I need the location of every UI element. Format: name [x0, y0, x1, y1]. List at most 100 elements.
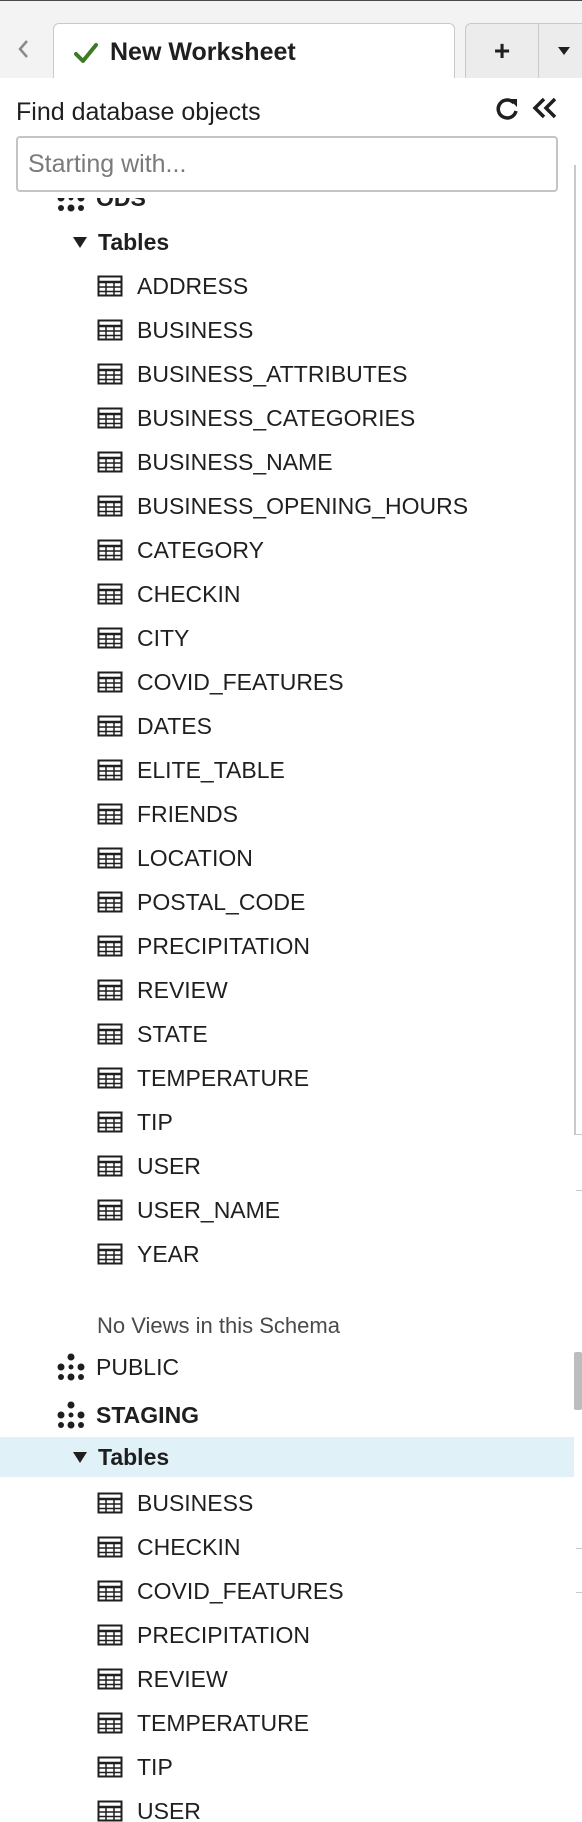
- table-name: CHECKIN: [137, 1533, 241, 1560]
- schema-ods[interactable]: ODS: [0, 198, 574, 220]
- table-name: CHECKIN: [137, 580, 241, 607]
- table-item[interactable]: TIP: [0, 1745, 574, 1789]
- table-name: TEMPERATURE: [137, 1064, 310, 1091]
- table-name: BUSINESS: [137, 1489, 254, 1516]
- table-item[interactable]: USER: [0, 1789, 574, 1822]
- table-item[interactable]: BUSINESS: [0, 308, 574, 352]
- table-icon: [97, 1800, 123, 1822]
- table-name: BUSINESS_CATEGORIES: [137, 404, 416, 431]
- no-views-text: No Views in this Schema: [97, 1313, 340, 1338]
- table-name: REVIEW: [137, 976, 228, 1003]
- table-name: PRECIPITATION: [137, 932, 310, 959]
- table-item[interactable]: CHECKIN: [0, 572, 574, 616]
- refresh-button[interactable]: [494, 94, 522, 124]
- table-item[interactable]: USER_NAME: [0, 1188, 574, 1232]
- table-name: FRIENDS: [137, 800, 238, 827]
- table-name: LOCATION: [137, 844, 253, 871]
- table-name: ADDRESS: [137, 272, 249, 299]
- table-name: BUSINESS_OPENING_HOURS: [137, 492, 469, 519]
- table-name: TIP: [137, 1108, 173, 1135]
- table-name: CATEGORY: [137, 536, 264, 563]
- scroll-tabs-left-button[interactable]: [8, 29, 38, 69]
- table-icon: [97, 979, 123, 1001]
- table-item[interactable]: REVIEW: [0, 1657, 574, 1701]
- folder-label: Tables: [98, 1443, 170, 1470]
- table-icon: [97, 1067, 123, 1089]
- table-name: BUSINESS_ATTRIBUTES: [137, 360, 408, 387]
- table-item[interactable]: POSTAL_CODE: [0, 880, 574, 924]
- schema-icon: [57, 1353, 85, 1381]
- finder-title: Find database objects: [16, 98, 261, 126]
- table-icon: [97, 627, 123, 649]
- table-icon: [97, 451, 123, 473]
- table-item[interactable]: STATE: [0, 1012, 574, 1056]
- worksheet-tab-title: New Worksheet: [110, 38, 296, 66]
- table-icon: [97, 1624, 123, 1646]
- table-item[interactable]: BUSINESS: [0, 1481, 574, 1525]
- table-item[interactable]: TIP: [0, 1100, 574, 1144]
- caret-down-icon: [558, 47, 570, 55]
- object-finder-header: Find database objects: [0, 78, 582, 198]
- folder-tables-staging[interactable]: Tables: [0, 1437, 574, 1477]
- table-name: USER_NAME: [137, 1196, 281, 1223]
- worksheet-menu-button[interactable]: [539, 24, 582, 78]
- table-icon: [97, 1756, 123, 1778]
- table-item[interactable]: ELITE_TABLE: [0, 748, 574, 792]
- table-icon: [97, 1536, 123, 1558]
- table-item[interactable]: USER: [0, 1144, 574, 1188]
- table-name: PRECIPITATION: [137, 1621, 310, 1648]
- table-item[interactable]: TEMPERATURE: [0, 1056, 574, 1100]
- table-item[interactable]: DATES: [0, 704, 574, 748]
- table-icon: [97, 583, 123, 605]
- panel-divider-tick: [576, 1592, 582, 1593]
- table-icon: [97, 715, 123, 737]
- worksheet-tab[interactable]: New Worksheet: [53, 23, 455, 81]
- table-item[interactable]: TEMPERATURE: [0, 1701, 574, 1745]
- tree-scrollbar-thumb[interactable]: [574, 1352, 582, 1410]
- table-item[interactable]: YEAR: [0, 1232, 574, 1276]
- collapse-panel-button[interactable]: [530, 94, 560, 124]
- table-item[interactable]: LOCATION: [0, 836, 574, 880]
- table-item[interactable]: ADDRESS: [0, 264, 574, 308]
- panel-divider: [574, 165, 576, 1135]
- table-icon: [97, 1712, 123, 1734]
- plus-icon: +: [493, 35, 511, 66]
- no-views-note: No Views in this Schema: [0, 1304, 574, 1348]
- table-icon: [97, 319, 123, 341]
- table-item[interactable]: BUSINESS_OPENING_HOURS: [0, 484, 574, 528]
- table-item[interactable]: PRECIPITATION: [0, 924, 574, 968]
- table-icon: [97, 1243, 123, 1265]
- add-worksheet-button[interactable]: +: [466, 24, 539, 78]
- table-name: BUSINESS_NAME: [137, 448, 333, 475]
- table-item[interactable]: COVID_FEATURES: [0, 1569, 574, 1613]
- schema-public[interactable]: PUBLIC: [0, 1345, 574, 1389]
- database-object-tree: ODS Tables ADDRESS BUSINESS BUSINESS_ATTRI…: [0, 198, 574, 1822]
- table-name: COVID_FEATURES: [137, 1577, 344, 1604]
- table-item[interactable]: BUSINESS_CATEGORIES: [0, 396, 574, 440]
- table-name: BUSINESS: [137, 316, 254, 343]
- schema-name: PUBLIC: [96, 1353, 180, 1380]
- panel-divider-tick: [576, 1190, 582, 1191]
- table-icon: [97, 1199, 123, 1221]
- table-name: DATES: [137, 712, 212, 739]
- table-icon: [97, 759, 123, 781]
- table-item[interactable]: REVIEW: [0, 968, 574, 1012]
- table-item[interactable]: CHECKIN: [0, 1525, 574, 1569]
- schema-name: ODS: [96, 198, 146, 212]
- table-item[interactable]: BUSINESS_NAME: [0, 440, 574, 484]
- table-item[interactable]: FRIENDS: [0, 792, 574, 836]
- table-item[interactable]: BUSINESS_ATTRIBUTES: [0, 352, 574, 396]
- table-icon: [97, 363, 123, 385]
- table-icon: [97, 803, 123, 825]
- schema-staging[interactable]: STAGING: [0, 1393, 574, 1437]
- table-item[interactable]: PRECIPITATION: [0, 1613, 574, 1657]
- folder-tables-ods[interactable]: Tables: [0, 220, 574, 264]
- table-item[interactable]: CATEGORY: [0, 528, 574, 572]
- table-icon: [97, 275, 123, 297]
- table-name: TEMPERATURE: [137, 1709, 310, 1736]
- table-item[interactable]: CITY: [0, 616, 574, 660]
- schema-name: STAGING: [96, 1401, 200, 1428]
- search-input[interactable]: [16, 136, 558, 192]
- table-icon: [97, 1023, 123, 1045]
- table-item[interactable]: COVID_FEATURES: [0, 660, 574, 704]
